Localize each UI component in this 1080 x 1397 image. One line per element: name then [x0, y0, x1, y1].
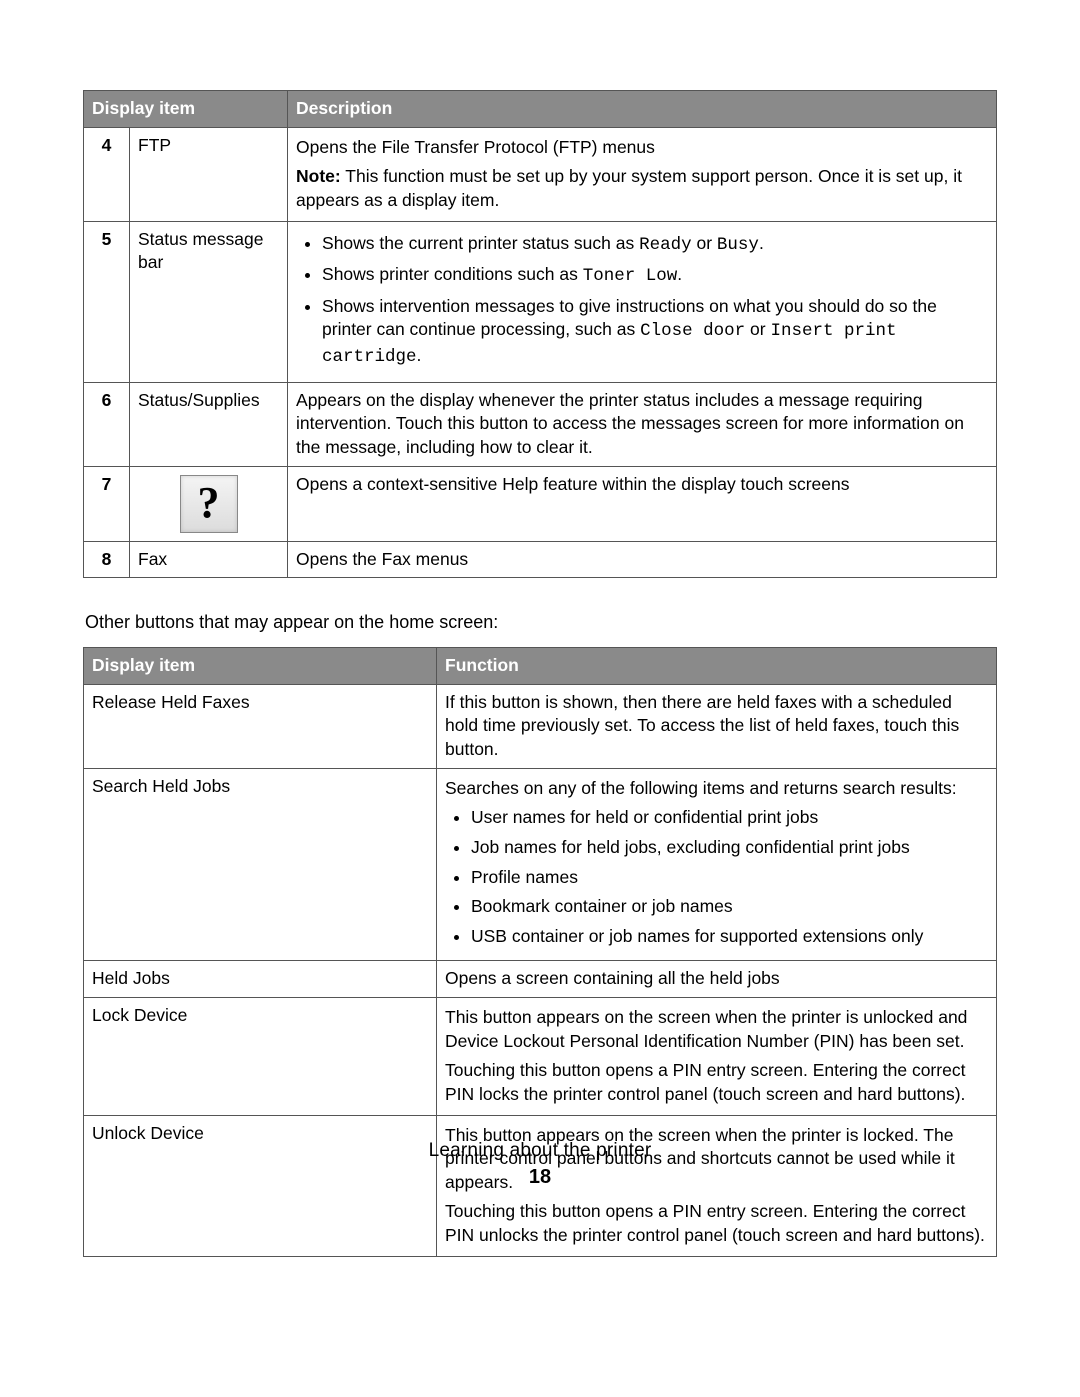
note-lead: Note:: [296, 166, 341, 186]
row-item-icon-cell: ?: [130, 466, 288, 541]
row-item-name: Held Jobs: [84, 961, 437, 998]
row-function: Opens a screen containing all the held j…: [437, 961, 997, 998]
mono-text: Busy: [717, 235, 759, 255]
row-description: Shows the current printer status such as…: [288, 221, 997, 382]
bullet-text: .: [417, 345, 422, 365]
para-2: Touching this button opens a PIN entry s…: [445, 1059, 988, 1106]
row-function: This button appears on the screen when t…: [437, 998, 997, 1116]
row-description: Appears on the display whenever the prin…: [288, 382, 997, 466]
bullet-list: User names for held or confidential prin…: [445, 806, 988, 948]
lead-text: Searches on any of the following items a…: [445, 777, 988, 801]
list-item: Job names for held jobs, excluding confi…: [471, 836, 988, 860]
row-description: Opens the File Transfer Protocol (FTP) m…: [288, 127, 997, 221]
list-item: User names for held or confidential prin…: [471, 806, 988, 830]
row-item-name: Lock Device: [84, 998, 437, 1116]
row-function: If this button is shown, then there are …: [437, 684, 997, 768]
table-row: Release Held Faxes If this button is sho…: [84, 684, 997, 768]
row-number: 5: [84, 221, 130, 382]
desc-text: Opens the File Transfer Protocol (FTP) m…: [296, 136, 988, 160]
table-row: 6 Status/Supplies Appears on the display…: [84, 382, 997, 466]
para-1: This button appears on the screen when t…: [445, 1006, 988, 1053]
header-display-item: Display item: [84, 648, 437, 685]
bullet-list: Shows the current printer status such as…: [296, 232, 988, 370]
bullet-text: .: [759, 233, 764, 253]
help-icon: ?: [180, 475, 238, 533]
section-title: Learning about the printer: [0, 1140, 1080, 1162]
list-item: Bookmark container or job names: [471, 895, 988, 919]
list-item: Shows printer conditions such as Toner L…: [322, 263, 988, 289]
mono-text: Close door: [640, 321, 745, 341]
row-item-name: Status message bar: [130, 221, 288, 382]
bullet-text: or: [692, 233, 717, 253]
document-page: Display item Description 4 FTP Opens the…: [0, 0, 1080, 1397]
intro-text: Other buttons that may appear on the hom…: [85, 612, 997, 633]
row-item-name: Fax: [130, 541, 288, 578]
list-item: Profile names: [471, 866, 988, 890]
row-number: 6: [84, 382, 130, 466]
table-row: Held Jobs Opens a screen containing all …: [84, 961, 997, 998]
bullet-text: or: [745, 319, 770, 339]
header-function: Function: [437, 648, 997, 685]
page-footer: Learning about the printer 18: [0, 1140, 1080, 1189]
table-row: Search Held Jobs Searches on any of the …: [84, 768, 997, 961]
row-number: 8: [84, 541, 130, 578]
desc-note: Note: This function must be set up by yo…: [296, 165, 988, 212]
mono-text: Ready: [639, 235, 692, 255]
row-number: 7: [84, 466, 130, 541]
table-row: 4 FTP Opens the File Transfer Protocol (…: [84, 127, 997, 221]
page-number: 18: [0, 1166, 1080, 1189]
table-row: 5 Status message bar Shows the current p…: [84, 221, 997, 382]
row-function: Searches on any of the following items a…: [437, 768, 997, 961]
row-item-name: Status/Supplies: [130, 382, 288, 466]
row-item-name: Search Held Jobs: [84, 768, 437, 961]
list-item: Shows intervention messages to give inst…: [322, 295, 988, 370]
note-text: This function must be set up by your sys…: [296, 166, 962, 210]
row-description: Opens the Fax menus: [288, 541, 997, 578]
table-header-row: Display item Description: [84, 91, 997, 128]
table-header-row: Display item Function: [84, 648, 997, 685]
header-description: Description: [288, 91, 997, 128]
bullet-text: Shows printer conditions such as: [322, 264, 583, 284]
display-item-table-1: Display item Description 4 FTP Opens the…: [83, 90, 997, 578]
row-number: 4: [84, 127, 130, 221]
list-item: USB container or job names for supported…: [471, 925, 988, 949]
table-row: 8 Fax Opens the Fax menus: [84, 541, 997, 578]
list-item: Shows the current printer status such as…: [322, 232, 988, 258]
bullet-text: .: [677, 264, 682, 284]
table-row: 7 ? Opens a context-sensitive Help featu…: [84, 466, 997, 541]
table-row: Lock Device This button appears on the s…: [84, 998, 997, 1116]
row-item-name: FTP: [130, 127, 288, 221]
row-description: Opens a context-sensitive Help feature w…: [288, 466, 997, 541]
bullet-text: Shows the current printer status such as: [322, 233, 639, 253]
header-display-item: Display item: [84, 91, 288, 128]
para-2: Touching this button opens a PIN entry s…: [445, 1200, 988, 1247]
row-item-name: Release Held Faxes: [84, 684, 437, 768]
mono-text: Toner Low: [583, 266, 678, 286]
